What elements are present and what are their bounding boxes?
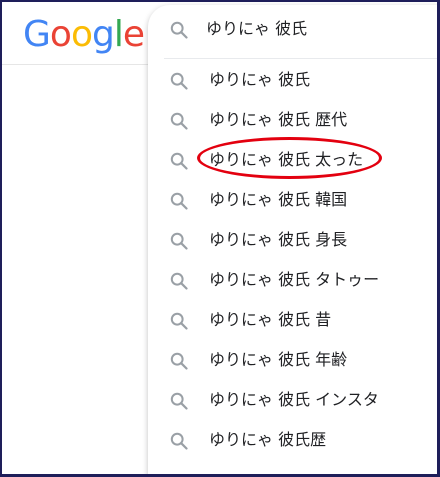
search-autocomplete-dropdown: ゆりにゃ 彼氏 ゆりにゃ 彼氏ゆりにゃ 彼氏 歴代 ゆりにゃ 彼氏 太った ゆりにゃ… — [148, 5, 437, 474]
search-icon — [170, 232, 188, 254]
suggestion-label: ゆりにゃ 彼氏歴 — [209, 430, 327, 449]
search-icon — [170, 352, 188, 374]
logo-letter-o1: o — [49, 14, 72, 55]
search-icon — [170, 432, 188, 454]
suggestion-label: ゆりにゃ 彼氏 年齢 — [209, 350, 348, 369]
suggestion-label: ゆりにゃ 彼氏 タトゥー — [209, 270, 380, 289]
screenshot-frame: Google ゆりにゃ 彼氏 ゆりにゃ 彼氏 ゆりにゃ 彼氏 歴代 ゆりにゃ 彼氏 … — [0, 0, 440, 477]
search-icon — [170, 112, 188, 134]
logo-letter-g: G — [23, 14, 51, 55]
logo-letter-e: e — [122, 14, 145, 55]
google-logo[interactable]: Google — [23, 13, 145, 57]
suggestion-label: ゆりにゃ 彼氏 太った — [209, 150, 364, 169]
suggestion-item[interactable]: ゆりにゃ 彼氏 インスタ — [148, 380, 437, 420]
search-icon — [170, 392, 188, 414]
suggestion-label: ゆりにゃ 彼氏 — [209, 70, 311, 89]
suggestion-item[interactable]: ゆりにゃ 彼氏 太った — [148, 137, 437, 180]
suggestion-label: ゆりにゃ 彼氏 昔 — [209, 310, 332, 329]
logo-letter-o2: o — [70, 14, 93, 55]
search-input[interactable]: ゆりにゃ 彼氏 — [206, 19, 307, 39]
suggestion-item[interactable]: ゆりにゃ 彼氏 年齢 — [148, 340, 437, 380]
divider — [164, 58, 437, 59]
suggestion-label: ゆりにゃ 彼氏 歴代 — [209, 110, 348, 129]
suggestion-item[interactable]: ゆりにゃ 彼氏 身長 — [148, 220, 437, 260]
suggestion-item[interactable]: ゆりにゃ 彼氏 — [148, 60, 437, 100]
search-icon — [170, 272, 188, 294]
search-icon — [170, 312, 188, 334]
suggestion-label: ゆりにゃ 彼氏 身長 — [209, 230, 348, 249]
suggestion-label: ゆりにゃ 彼氏 韓国 — [209, 190, 348, 209]
search-icon[interactable] — [170, 21, 188, 43]
suggestion-item[interactable]: ゆりにゃ 彼氏 歴代 — [148, 100, 437, 140]
logo-letter-l: l — [113, 14, 124, 55]
suggestion-item[interactable]: ゆりにゃ 彼氏 韓国 — [148, 180, 437, 220]
logo-letter-g2: g — [91, 14, 115, 55]
search-icon — [170, 72, 188, 94]
search-icon — [170, 152, 188, 174]
search-icon — [170, 192, 188, 214]
suggestion-item[interactable]: ゆりにゃ 彼氏 昔 — [148, 300, 437, 340]
suggestion-label: ゆりにゃ 彼氏 インスタ — [209, 390, 379, 409]
search-box[interactable]: ゆりにゃ 彼氏 — [148, 5, 437, 53]
suggestion-list: ゆりにゃ 彼氏 ゆりにゃ 彼氏 歴代 ゆりにゃ 彼氏 太った ゆりにゃ 彼氏 韓国 ゆり… — [148, 60, 437, 460]
suggestion-item[interactable]: ゆりにゃ 彼氏歴 — [148, 420, 437, 460]
suggestion-item[interactable]: ゆりにゃ 彼氏 タトゥー — [148, 260, 437, 300]
